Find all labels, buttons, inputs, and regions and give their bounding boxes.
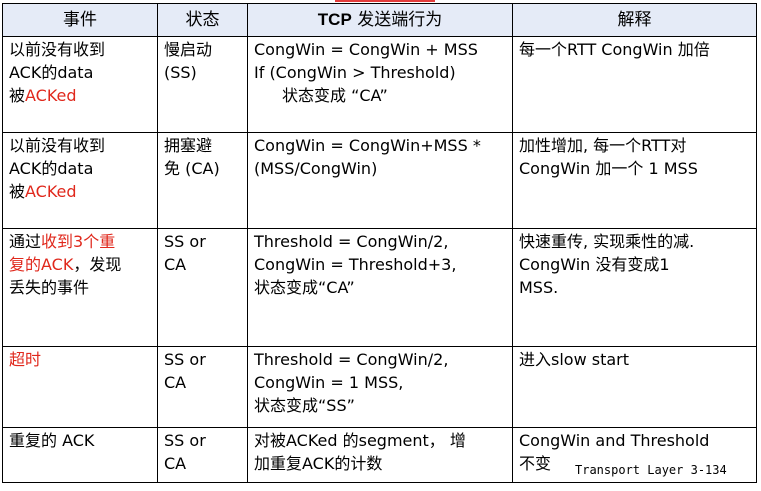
state-cell: SS or CA <box>157 346 248 428</box>
state-line: (SS) <box>164 63 197 82</box>
explanation-line: MSS. <box>519 278 559 297</box>
state-cell: 拥塞避 免 (CA) <box>157 132 248 229</box>
event-cell: 超时 <box>2 346 158 428</box>
header-state: 状态 <box>157 3 248 37</box>
event-line: 被ACKed <box>9 86 77 105</box>
event-line: 超时 <box>9 350 42 369</box>
event-line: 以前没有收到 <box>9 136 106 155</box>
explanation-cell: 加性增加, 每一个RTT对 CongWin 加一个 1 MSS <box>512 132 757 229</box>
action-line: 状态变成“SS” <box>254 396 355 415</box>
explanation-line: 进入slow start <box>519 350 630 369</box>
action-line: 加重复ACK的计数 <box>254 454 383 473</box>
explanation-cell: 每一个RTT CongWin 加倍 <box>512 36 757 133</box>
event-line: 重复的 ACK <box>9 431 95 450</box>
state-line: 拥塞避 <box>164 136 213 155</box>
explanation-line: 每一个RTT CongWin 加倍 <box>519 40 710 59</box>
state-line: SS or <box>164 232 206 251</box>
state-cell: SS or CA <box>157 427 248 483</box>
action-line: If (CongWin > Threshold) <box>254 63 456 82</box>
event-line: 丢失的事件 <box>9 278 90 297</box>
event-line: 复的ACK，发现 <box>9 255 122 274</box>
state-line: SS or <box>164 350 206 369</box>
state-line: CA <box>164 373 187 392</box>
action-line: CongWin = 1 MSS, <box>254 373 404 392</box>
event-cell: 以前没有收到 ACK的data 被ACKed <box>2 132 158 229</box>
header-sender-action: TCP 发送端行为 <box>247 3 513 37</box>
event-cell: 以前没有收到 ACK的data 被ACKed <box>2 36 158 133</box>
action-cell: CongWin = CongWin + MSS If (CongWin > Th… <box>247 36 513 133</box>
slide-footer: Transport Layer 3-134 <box>575 463 727 477</box>
action-line: 状态变成“CA” <box>254 278 355 297</box>
explanation-line: 加性增加, 每一个RTT对 <box>519 136 687 155</box>
state-line: CA <box>164 454 187 473</box>
action-cell: Threshold = CongWin/2, CongWin = 1 MSS, … <box>247 346 513 428</box>
action-line: Threshold = CongWin/2, <box>254 232 449 251</box>
state-line: 慢启动 <box>164 40 213 59</box>
explanation-line: 快速重传, 实现乘性的减. <box>519 232 695 251</box>
explanation-cell: 快速重传, 实现乘性的减. CongWin 没有变成1 MSS. <box>512 228 757 347</box>
table-row: 超时 SS or CA Threshold = CongWin/2, CongW… <box>2 346 757 428</box>
explanation-line: CongWin 没有变成1 <box>519 255 670 274</box>
explanation-line: CongWin and Threshold <box>519 431 710 450</box>
table-row: 以前没有收到 ACK的data 被ACKed 拥塞避 免 (CA) CongWi… <box>2 132 757 229</box>
action-cell: 对被ACKed 的segment， 增 加重复ACK的计数 <box>247 427 513 483</box>
table-row: 通过收到3个重 复的ACK，发现 丢失的事件 SS or CA Threshol… <box>2 228 757 347</box>
action-line: CongWin = Threshold+3, <box>254 255 457 274</box>
state-line: CA <box>164 255 187 274</box>
event-line: ACK的data <box>9 63 94 82</box>
state-cell: 慢启动 (SS) <box>157 36 248 133</box>
header-row: 事件 状态 TCP 发送端行为 解释 <box>2 3 757 37</box>
action-line: 状态变成 “CA” <box>282 86 388 105</box>
action-line: CongWin = CongWin+MSS * <box>254 136 481 155</box>
event-line: ACK的data <box>9 159 94 178</box>
event-cell: 重复的 ACK <box>2 427 158 483</box>
event-line: 被ACKed <box>9 182 77 201</box>
event-line: 以前没有收到 <box>9 40 106 59</box>
tcp-congestion-table: 事件 状态 TCP 发送端行为 解释 以前没有收到 ACK的data 被ACKe… <box>2 3 757 483</box>
event-cell: 通过收到3个重 复的ACK，发现 丢失的事件 <box>2 228 158 347</box>
action-cell: CongWin = CongWin+MSS * (MSS/CongWin) <box>247 132 513 229</box>
event-line: 通过收到3个重 <box>9 232 116 251</box>
state-line: 免 (CA) <box>164 159 220 178</box>
action-line: Threshold = CongWin/2, <box>254 350 449 369</box>
action-line: (MSS/CongWin) <box>254 159 378 178</box>
state-line: SS or <box>164 431 206 450</box>
header-explanation: 解释 <box>512 3 757 37</box>
explanation-cell: 进入slow start <box>512 346 757 428</box>
table-row: 以前没有收到 ACK的data 被ACKed 慢启动 (SS) CongWin … <box>2 36 757 133</box>
state-cell: SS or CA <box>157 228 248 347</box>
action-line: 对被ACKed 的segment， 增 <box>254 431 466 450</box>
explanation-line: CongWin 加一个 1 MSS <box>519 159 698 178</box>
action-line: CongWin = CongWin + MSS <box>254 40 478 59</box>
action-cell: Threshold = CongWin/2, CongWin = Thresho… <box>247 228 513 347</box>
header-event: 事件 <box>2 3 158 37</box>
